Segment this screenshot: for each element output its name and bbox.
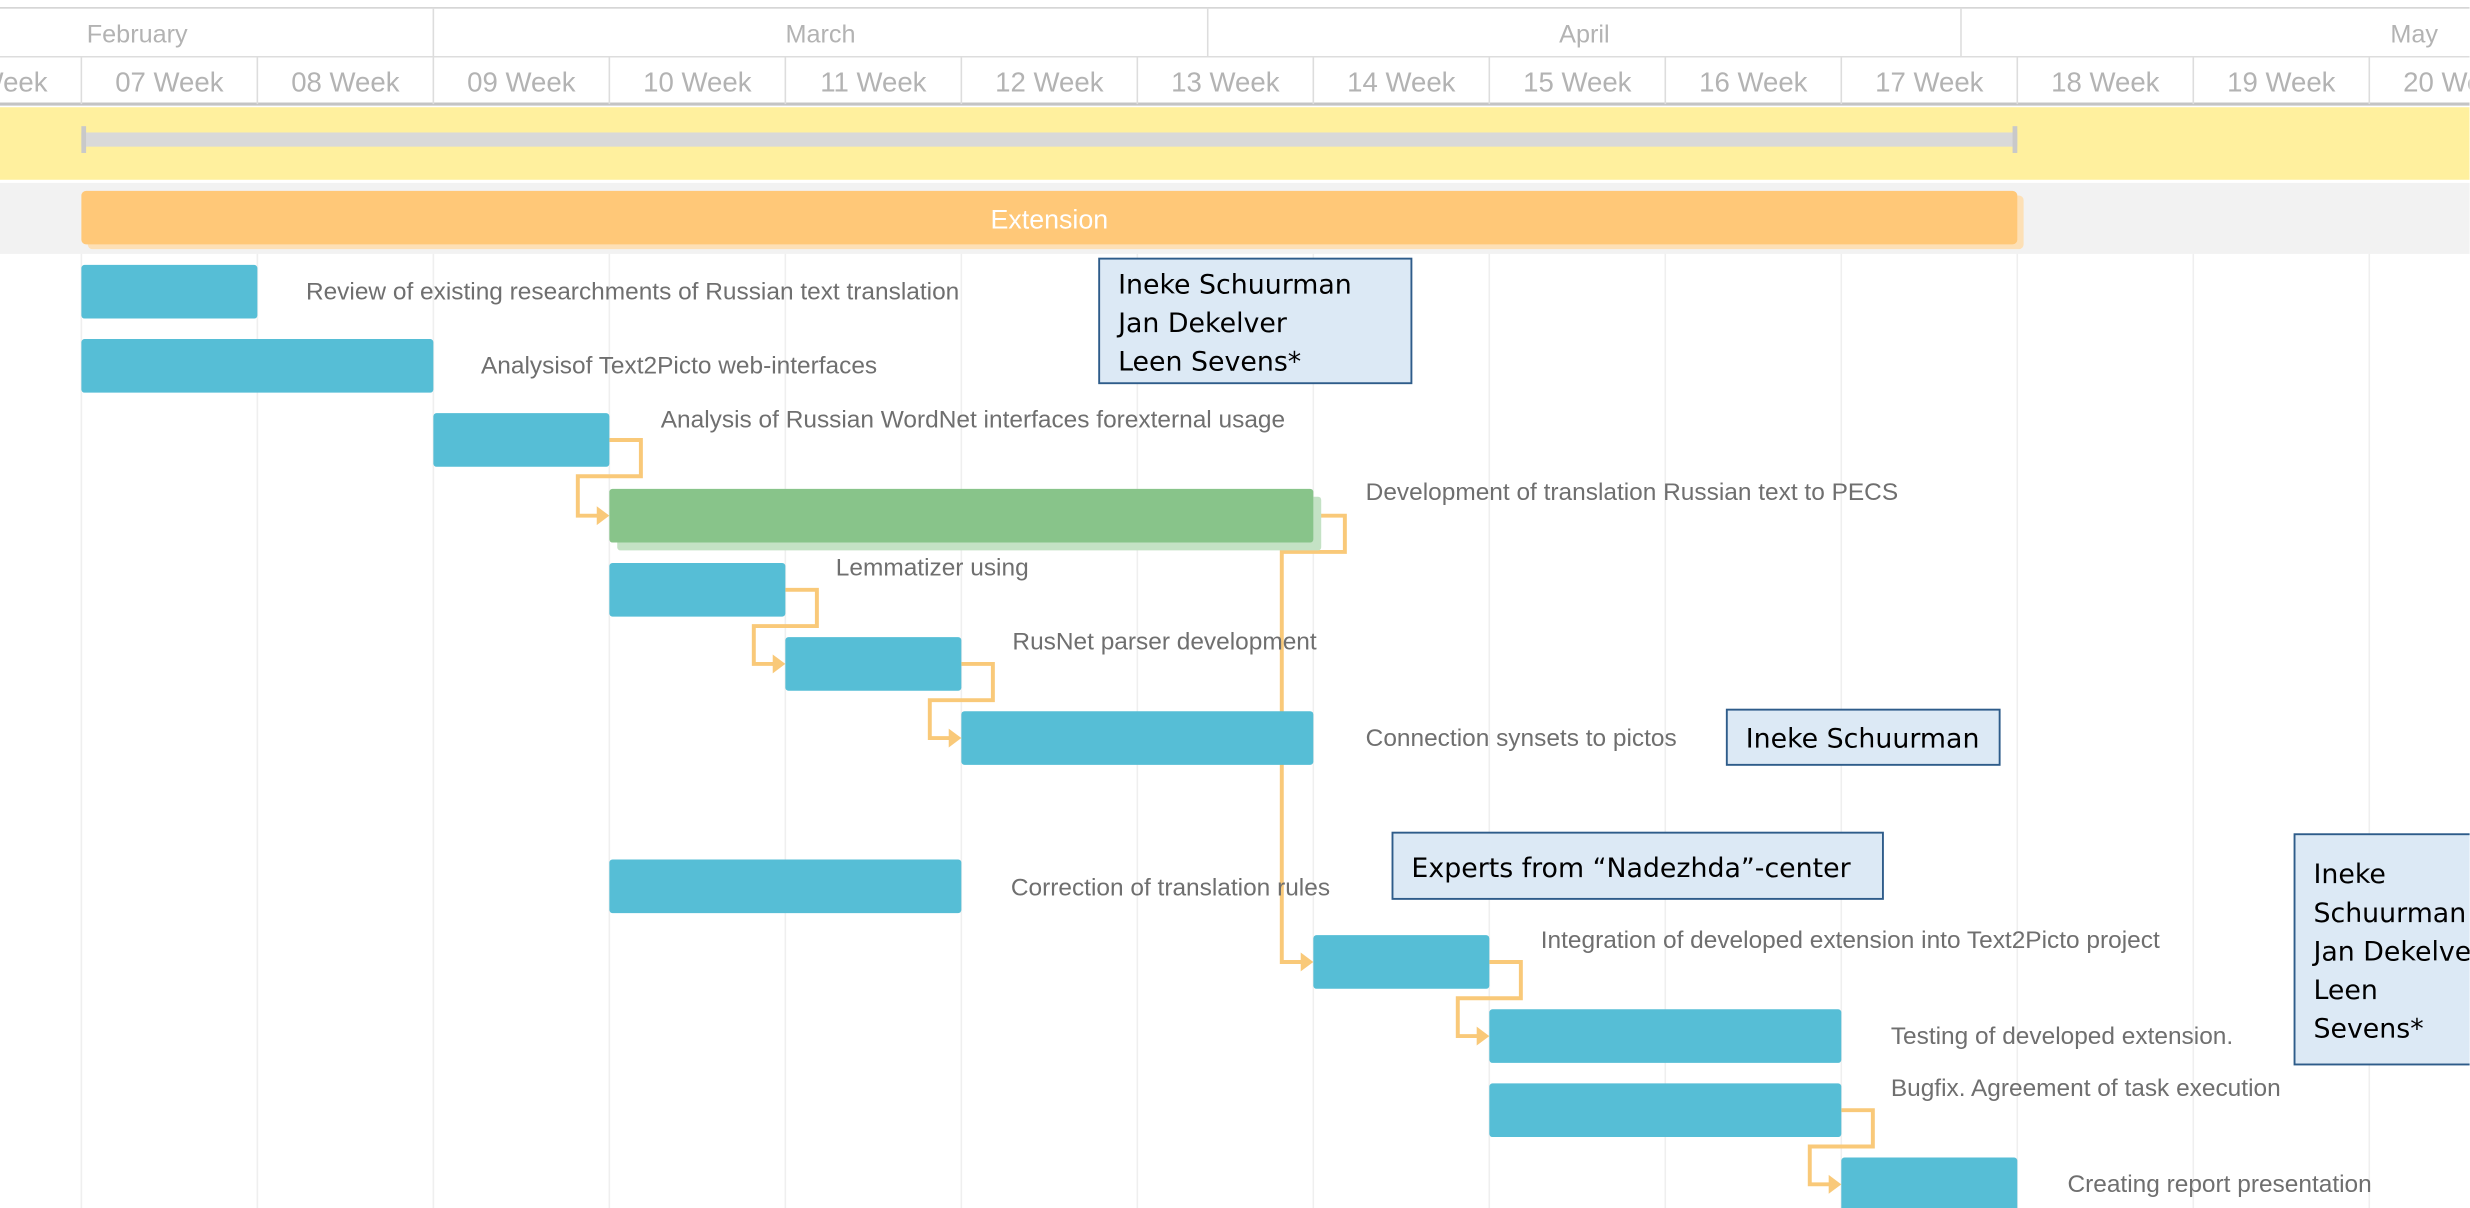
- task-label: Analysis of Russian WordNet interfaces f…: [661, 406, 1285, 433]
- task-bar-fill: [81, 339, 434, 393]
- task-bar-11[interactable]: [1489, 1083, 1842, 1138]
- week-label: 13 Week: [1171, 66, 1280, 97]
- project-bar-start-cap: [81, 126, 87, 153]
- project-bar-end-cap: [2012, 126, 2018, 153]
- note-line: Ineke: [2313, 859, 2385, 890]
- task-bar-9[interactable]: [1313, 935, 1490, 989]
- month-label: February: [87, 21, 188, 49]
- task-bar-5[interactable]: [609, 562, 786, 617]
- week-label: 10 Week: [643, 66, 752, 97]
- week-label: 20 Week: [2403, 66, 2469, 97]
- task-bar-fill: [609, 488, 1314, 543]
- task-bar-3[interactable]: [433, 413, 610, 467]
- task-bar-12[interactable]: [1841, 1157, 2018, 1208]
- note-line: Jan Dekelver: [2311, 936, 2469, 967]
- month-label: May: [2390, 21, 2438, 49]
- week-label: 18 Week: [2051, 66, 2160, 97]
- note-box: Ineke Schuurman Jan Dekelver Leen Sevens*: [1098, 257, 1413, 385]
- task-label: RusNet parser development: [1012, 629, 1316, 656]
- month-label: April: [1559, 21, 1609, 49]
- task-label: Review of existing researchments of Russ…: [306, 279, 959, 306]
- gantt-chart: 06 Week 07 Week 08 Week 09 Week 10 Week 11 We…: [0, 0, 2470, 1208]
- task-bar-10[interactable]: [1489, 1009, 1842, 1063]
- project-bar-fill: [81, 132, 2018, 147]
- week-label: 08 Week: [291, 66, 400, 97]
- summary-bar[interactable]: Extension: [81, 190, 2024, 250]
- task-label: Analysisof Text2Picto web-interfaces: [481, 353, 877, 380]
- task-label: Correction of translation rules: [1011, 875, 1330, 902]
- gantt-svg: 06 Week 07 Week 08 Week 09 Week 10 Week 11 We…: [0, 0, 2470, 1208]
- task-bar-fill: [961, 711, 1314, 765]
- task-label: Testing of developed extension.: [1891, 1023, 2233, 1050]
- task-bar-fill: [609, 562, 786, 617]
- note-line: Sevens*: [2313, 1014, 2423, 1045]
- task-bar-fill: [433, 413, 610, 467]
- task-bar-fill: [1489, 1083, 1842, 1138]
- task-bar-fill: [1313, 935, 1490, 989]
- week-label: 07 Week: [115, 66, 224, 97]
- note-line: Leen: [2313, 975, 2377, 1006]
- note-line: Leen Sevens*: [1118, 347, 1301, 378]
- note-line: Ineke Schuurman: [1746, 723, 1980, 754]
- week-label: 19 Week: [2227, 66, 2336, 97]
- task-bar-8[interactable]: [609, 859, 962, 914]
- note-line: Jan Dekelver: [1116, 308, 1288, 339]
- task-label: Bugfix. Agreement of task execution: [1891, 1075, 2281, 1102]
- task-bar-fill: [1489, 1009, 1842, 1063]
- task-bar-fill: [81, 264, 258, 319]
- month-label: March: [786, 21, 856, 49]
- note-box: Ineke Schuurman: [1725, 708, 2001, 766]
- task-bar-2[interactable]: [81, 339, 434, 393]
- task-label: Creating report presentation: [2067, 1171, 2371, 1198]
- week-label: 15 Week: [1523, 66, 1632, 97]
- week-label: 11 Week: [820, 66, 926, 97]
- note-box: Experts from “Nadezhda”-center: [1391, 831, 1884, 900]
- task-bar-6[interactable]: [785, 637, 962, 691]
- task-bar-fill: [785, 637, 962, 691]
- week-label: 09 Week: [467, 66, 576, 97]
- week-label: 06 Week: [0, 66, 48, 97]
- week-label: 17 Week: [1875, 66, 1984, 97]
- task-bar-fill: [609, 859, 962, 914]
- note-box: Ineke Schuurman Jan Dekelver Leen Sevens*: [2293, 833, 2470, 1066]
- week-label: 14 Week: [1347, 66, 1456, 97]
- task-bar-7[interactable]: [961, 711, 1314, 765]
- task-label: Lemmatizer using: [836, 555, 1029, 582]
- task-bar-fill: [1841, 1157, 2018, 1208]
- note-line: Experts from “Nadezhda”-center: [1411, 853, 1851, 884]
- task-bar-4[interactable]: [609, 488, 1322, 551]
- week-label: 12 Week: [995, 66, 1104, 97]
- task-bar-1[interactable]: [81, 264, 258, 319]
- task-label: Connection synsets to pictos: [1366, 725, 1677, 752]
- summary-label: Extension: [990, 205, 1108, 235]
- task-label: Development of translation Russian text …: [1366, 479, 1898, 506]
- task-label: Integration of developed extension into …: [1541, 927, 2160, 954]
- week-label: 16 Week: [1699, 66, 1808, 97]
- note-line: Ineke Schuurman: [1118, 269, 1352, 300]
- note-line: Schuurman: [2313, 898, 2466, 929]
